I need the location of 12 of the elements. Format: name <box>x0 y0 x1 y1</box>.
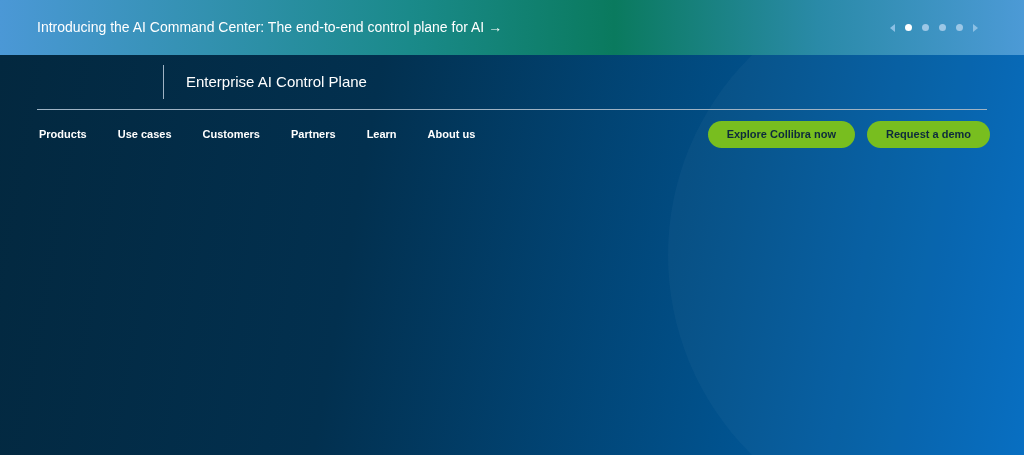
chevron-right-icon[interactable] <box>973 23 978 32</box>
nav-link[interactable]: Partners <box>291 125 336 143</box>
nav-link[interactable]: Products <box>39 125 87 143</box>
nav-link[interactable]: Use cases <box>117 125 172 143</box>
announcement-link[interactable]: Introducing the AI Command Center: The end-to-end control plane for AI → <box>37 17 503 38</box>
nav-link[interactable]: Customers <box>202 125 260 143</box>
cta-button[interactable]: Explore Collibra now <box>707 120 856 148</box>
tagline: Enterprise AI Control Plane <box>186 71 367 92</box>
nav-link[interactable]: Learn <box>366 125 397 143</box>
chevron-left-icon[interactable] <box>890 23 895 32</box>
cta-button[interactable]: Request a demo <box>867 120 990 148</box>
nav-link[interactable]: About us <box>427 125 476 143</box>
